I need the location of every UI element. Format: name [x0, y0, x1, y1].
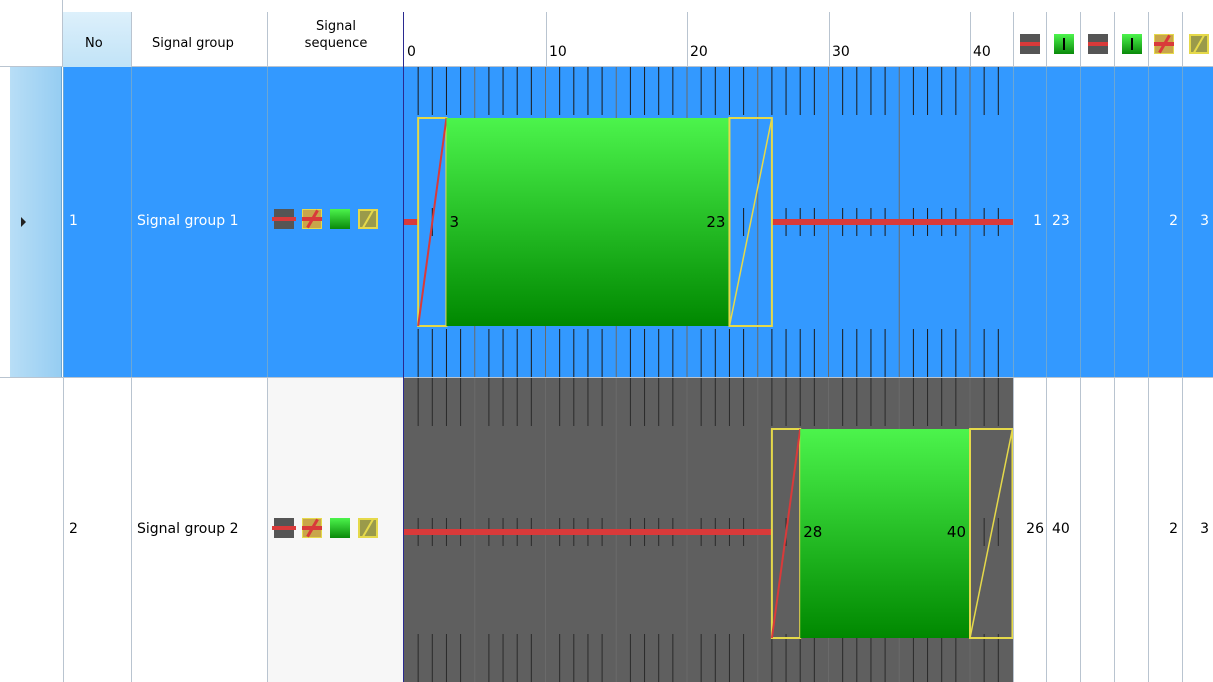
state-cell-red-amber[interactable]: 2	[1148, 67, 1182, 377]
column-header-amber[interactable]	[1182, 12, 1213, 67]
timeline-divider-40	[970, 12, 971, 67]
green-phase-bar	[446, 118, 730, 326]
tick-label-40: 40	[973, 44, 991, 60]
state-cell-green-start[interactable]: 23	[1046, 67, 1080, 377]
table-row[interactable]: 2 Signal group 2 28 40 26 40 2 3	[0, 378, 1213, 682]
column-header-no-label: No	[85, 36, 103, 51]
red-amber-icon	[302, 209, 322, 229]
column-header-red-start[interactable]	[1013, 12, 1046, 67]
red-phase-bar	[404, 529, 772, 535]
red-amber-icon	[1154, 34, 1174, 54]
red-phase-bar	[404, 219, 419, 225]
cell-signal-group[interactable]: Signal group 1	[132, 67, 268, 377]
amber-diagonal	[728, 117, 773, 327]
red-phase-bar	[771, 219, 1013, 225]
timeline-start-line	[403, 12, 404, 682]
cell-signal-sequence[interactable]	[268, 378, 404, 682]
row-selector[interactable]	[0, 378, 63, 682]
state-cell-red-end[interactable]	[1080, 67, 1114, 377]
cell-signal-sequence[interactable]	[268, 67, 404, 377]
state-cell-amber[interactable]: 3	[1182, 378, 1213, 682]
state-cell-amber[interactable]: 3	[1182, 67, 1213, 377]
timeline-header[interactable]: 0 10 20 30 40	[404, 12, 1013, 67]
green-end-label: 40	[947, 523, 966, 541]
red-icon	[1088, 34, 1108, 54]
cell-no[interactable]: 2	[63, 378, 132, 682]
row-selector-fill	[10, 67, 62, 377]
amber-icon	[1189, 34, 1209, 54]
state-value-red-amber: 2	[1169, 213, 1178, 229]
cell-signal-group-value: Signal group 1	[137, 213, 239, 229]
timeline-cell[interactable]: 28 40	[404, 378, 1013, 682]
red-amber-diagonal	[417, 117, 448, 327]
state-cell-red-end[interactable]	[1080, 378, 1114, 682]
red-amber-icon	[302, 518, 322, 538]
green-phase-bar	[800, 429, 970, 638]
timeline-ticks-svg: 3 23	[404, 67, 1013, 377]
state-value-red-amber: 2	[1169, 521, 1178, 537]
cell-signal-group[interactable]: Signal group 2	[132, 378, 268, 682]
red-icon	[272, 518, 296, 538]
timeline-divider-20	[687, 12, 688, 67]
timeline-cell[interactable]: 3 23	[404, 67, 1013, 377]
green-icon	[330, 518, 350, 538]
column-header-signal-sequence-label: Signal sequence	[304, 19, 368, 51]
cell-no-value: 1	[69, 213, 78, 229]
tick-label-20: 20	[690, 44, 708, 60]
state-value-amber: 3	[1200, 521, 1209, 537]
green-start-label: 28	[803, 523, 822, 541]
cell-signal-group-value: Signal group 2	[137, 521, 239, 537]
state-value-red-start: 1	[1033, 213, 1042, 229]
tick-label-30: 30	[832, 44, 850, 60]
table-row[interactable]: 1 Signal group 1 3 23 1 23 2 3	[0, 67, 1213, 378]
state-cell-red-amber[interactable]: 2	[1148, 378, 1182, 682]
column-header-no[interactable]: No	[63, 12, 132, 67]
column-header-green-end[interactable]	[1114, 12, 1148, 67]
state-cell-green-start[interactable]: 40	[1046, 378, 1080, 682]
amber-icon	[358, 209, 378, 229]
current-row-arrow-icon	[21, 217, 26, 227]
state-cell-red-start[interactable]: 1	[1013, 67, 1046, 377]
state-values: 26 40 2 3	[1013, 378, 1213, 682]
state-value-green-start: 23	[1052, 213, 1070, 229]
amber-icon	[358, 518, 378, 538]
state-value-green-start: 40	[1052, 521, 1070, 537]
state-cell-green-end[interactable]	[1114, 67, 1148, 377]
column-header-red-end[interactable]	[1080, 12, 1114, 67]
green-icon	[1122, 34, 1142, 54]
tick-label-10: 10	[549, 44, 567, 60]
column-header-signal-group[interactable]: Signal group	[132, 12, 268, 67]
state-cell-red-start[interactable]: 26	[1013, 378, 1046, 682]
state-value-red-start: 26	[1026, 521, 1044, 537]
green-icon	[330, 209, 350, 229]
header-bar: No Signal group Signal sequence 0 10 20 …	[0, 0, 1213, 67]
state-values: 1 23 2 3	[1013, 67, 1213, 377]
column-header-signal-sequence[interactable]: Signal sequence	[268, 12, 404, 67]
cell-no-value: 2	[69, 521, 78, 537]
column-header-green-start[interactable]	[1046, 12, 1080, 67]
row-selector[interactable]	[0, 67, 63, 377]
column-header-red-amber[interactable]	[1148, 12, 1182, 67]
tick-label-0: 0	[407, 44, 416, 60]
green-start-label: 3	[449, 213, 459, 231]
red-amber-diagonal	[770, 428, 802, 639]
amber-diagonal	[969, 428, 1013, 639]
timeline-divider-30	[829, 12, 830, 67]
timeline-ticks-svg: 28 40	[404, 378, 1013, 682]
state-value-amber: 3	[1200, 213, 1209, 229]
green-icon	[1054, 34, 1074, 54]
timeline-divider-10	[546, 12, 547, 67]
red-icon	[1020, 34, 1040, 54]
state-cell-green-end[interactable]	[1114, 378, 1148, 682]
row-header-corner	[0, 0, 63, 67]
green-end-label: 23	[706, 213, 725, 231]
cell-no[interactable]: 1	[63, 67, 132, 377]
red-icon	[272, 209, 296, 229]
column-header-signal-group-label: Signal group	[152, 36, 234, 51]
